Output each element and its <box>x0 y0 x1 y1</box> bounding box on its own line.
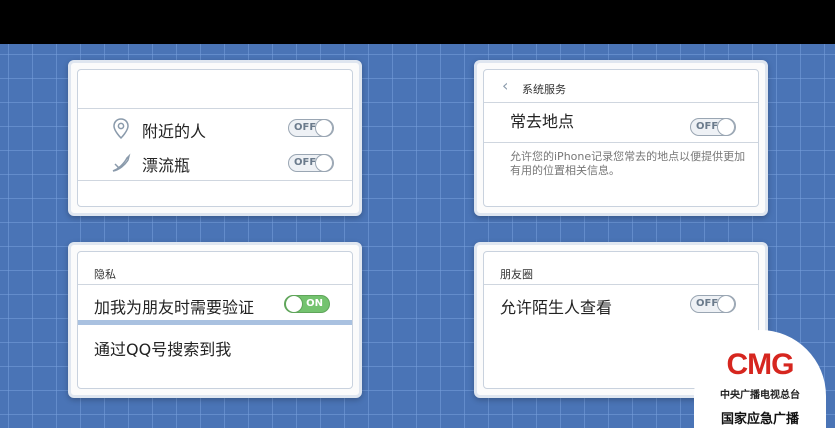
qq-search-label: 通过QQ号搜索到我 <box>94 340 232 359</box>
strangers-toggle[interactable]: OFF <box>690 295 736 313</box>
panel-system-services: ‹ 系统服务 常去地点 OFF 允许您的iPhone记录您常去的地点以便提供更加… <box>474 60 768 216</box>
nearby-people-label: 附近的人 <box>142 122 207 141</box>
strangers-label: 允许陌生人查看 <box>500 298 613 317</box>
frequent-places-note: 允许您的iPhone记录您常去的地点以便提供更加有用的位置相关信息。 <box>510 150 746 177</box>
cmg-line2: 国家应急广播 <box>720 412 799 427</box>
selected-row-bar <box>78 320 352 325</box>
drift-bottle-label: 漂流瓶 <box>142 156 191 175</box>
back-title: 系统服务 <box>522 83 566 96</box>
panel-privacy: 隐私 加我为朋友时需要验证 ON 通过QQ号搜索到我 <box>68 242 362 398</box>
cmg-brand: CMG <box>726 348 795 381</box>
top-letterbox <box>0 0 835 44</box>
strangers-row[interactable]: 允许陌生人查看 OFF <box>484 286 758 320</box>
drift-bottle-icon <box>112 153 131 172</box>
back-nav[interactable]: ‹ 系统服务 <box>484 76 758 100</box>
panel-nearby-settings: 附近的人 OFF 漂流瓶 OFF <box>68 60 362 216</box>
chevron-left-icon: ‹ <box>502 76 509 95</box>
nearby-people-row[interactable]: 附近的人 OFF <box>78 110 352 146</box>
frequent-places-row[interactable]: 常去地点 OFF <box>484 104 758 136</box>
verify-label: 加我为朋友时需要验证 <box>94 298 255 317</box>
moments-header: 朋友圈 <box>500 268 533 281</box>
verify-toggle[interactable]: ON <box>284 295 330 313</box>
cmg-line1: 中央广播电视总台 <box>720 390 800 401</box>
privacy-header: 隐私 <box>94 268 116 281</box>
qq-search-row[interactable]: 通过QQ号搜索到我 <box>78 332 352 362</box>
drift-bottle-row[interactable]: 漂流瓶 OFF <box>78 146 352 180</box>
drift-bottle-toggle[interactable]: OFF <box>288 154 334 172</box>
location-pin-icon <box>113 118 129 140</box>
verify-row[interactable]: 加我为朋友时需要验证 ON <box>78 286 352 320</box>
frequent-places-toggle[interactable]: OFF <box>690 118 736 136</box>
frequent-places-label: 常去地点 <box>510 112 575 131</box>
nearby-people-toggle[interactable]: OFF <box>288 119 334 137</box>
